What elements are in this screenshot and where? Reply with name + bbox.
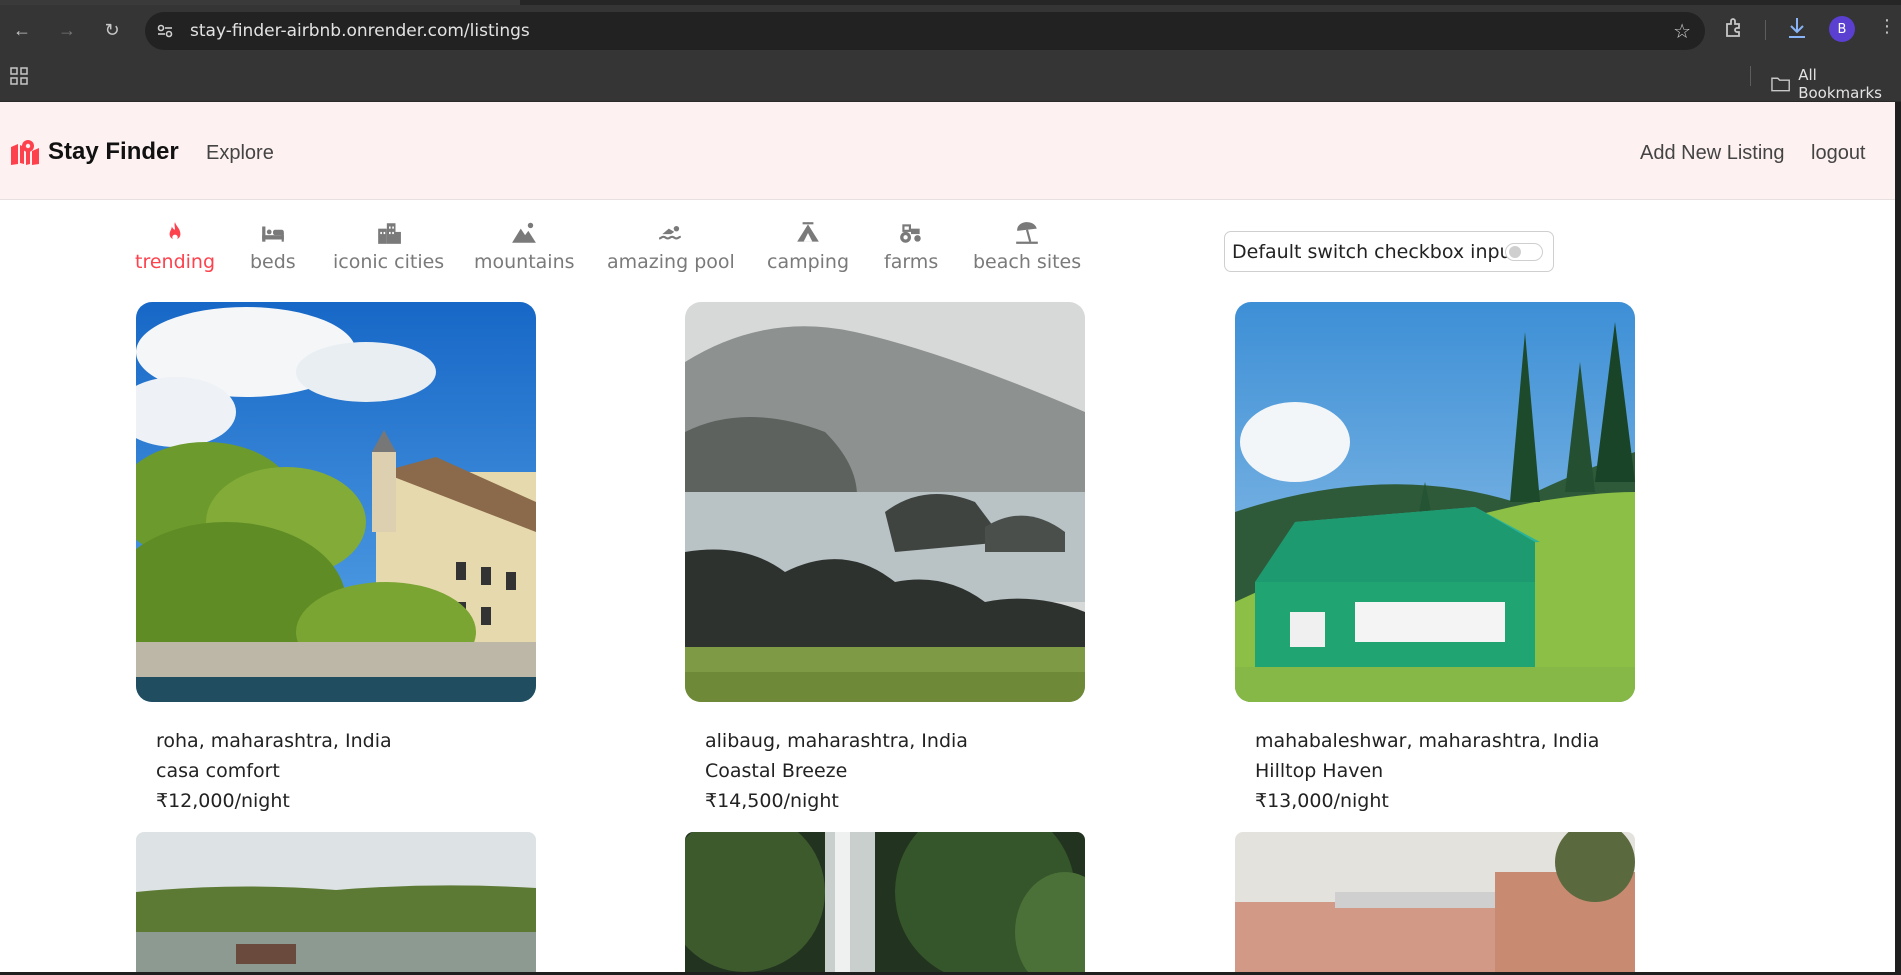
filter-label: camping	[767, 251, 850, 273]
filter-label: farms	[884, 251, 939, 273]
bookmarks-bar	[0, 60, 1901, 102]
bookmark-star-icon[interactable]: ☆	[1673, 19, 1691, 44]
listing-image[interactable]	[136, 302, 536, 702]
listing-card[interactable]	[1235, 832, 1635, 972]
site-settings-icon[interactable]	[155, 21, 175, 41]
forward-arrow-icon[interactable]: →	[53, 16, 81, 44]
filter-beach-sites[interactable]: beach sites	[973, 220, 1081, 273]
menu-kebab-icon[interactable]: ⋮	[1878, 16, 1896, 37]
filter-camping[interactable]: camping	[767, 220, 849, 273]
listing-price: ₹12,000/night	[156, 790, 290, 812]
bed-icon	[262, 226, 284, 242]
listing-card[interactable]: alibaug, maharashtra, India Coastal Bree…	[685, 302, 1085, 816]
brand-link[interactable]: Stay Finder	[10, 138, 179, 166]
filter-mountains[interactable]: mountains	[474, 220, 575, 273]
tax-toggle-box[interactable]: Default switch checkbox input	[1224, 231, 1554, 272]
tax-toggle-label: Default switch checkbox input	[1232, 240, 1520, 263]
campground-icon	[797, 222, 819, 242]
filter-beds[interactable]: beds	[250, 220, 296, 273]
all-bookmarks-button[interactable]: All Bookmarks	[1771, 66, 1901, 102]
listing-title: casa comfort	[156, 760, 280, 782]
nav-explore-link[interactable]: Explore	[206, 142, 274, 165]
category-filters: trending beds iconic cities mountains am…	[0, 220, 1200, 290]
address-bar[interactable]: stay-finder-airbnb.onrender.com/listings…	[145, 12, 1705, 50]
listing-location: alibaug, maharashtra, India	[705, 730, 968, 752]
filter-label: trending	[135, 251, 216, 273]
listing-info: mahabaleshwar, maharashtra, India Hillto…	[1235, 702, 1635, 816]
listing-card[interactable]: roha, maharashtra, India casa comfort ₹1…	[136, 302, 536, 816]
listing-card[interactable]	[685, 832, 1085, 972]
apps-grid-icon[interactable]	[9, 66, 29, 86]
bookmarks-divider	[1750, 66, 1751, 86]
filter-farms[interactable]: farms	[884, 220, 938, 273]
filter-trending[interactable]: trending	[135, 220, 215, 273]
url-text[interactable]: stay-finder-airbnb.onrender.com/listings	[190, 21, 530, 41]
filter-label: amazing pool	[607, 251, 735, 273]
umbrella-beach-icon	[1016, 222, 1038, 244]
download-icon[interactable]	[1786, 16, 1808, 45]
mountain-icon	[512, 222, 537, 243]
filter-label: mountains	[474, 251, 575, 273]
window-edge	[1895, 102, 1901, 975]
folder-icon	[1771, 77, 1790, 92]
filter-label: iconic cities	[333, 251, 445, 273]
map-location-icon	[11, 140, 39, 165]
nav-logout-link[interactable]: logout	[1811, 142, 1866, 165]
toolbar-divider	[1765, 20, 1766, 40]
tractor-icon	[900, 224, 921, 243]
tab-strip-active	[0, 0, 520, 5]
listing-image[interactable]	[685, 832, 1085, 972]
page-content: Stay Finder Explore Add New Listing logo…	[0, 102, 1895, 972]
listing-price: ₹13,000/night	[1255, 790, 1389, 812]
listing-location: roha, maharashtra, India	[156, 730, 392, 752]
site-navbar: Stay Finder Explore Add New Listing logo…	[0, 102, 1895, 200]
nav-add-listing-link[interactable]: Add New Listing	[1640, 142, 1785, 165]
switch-knob	[1509, 246, 1521, 258]
listing-image[interactable]	[1235, 832, 1635, 972]
listing-card[interactable]	[136, 832, 536, 972]
filter-iconic-cities[interactable]: iconic cities	[333, 220, 444, 273]
listing-location: mahabaleshwar, maharashtra, India	[1255, 730, 1600, 752]
back-arrow-icon[interactable]: ←	[8, 16, 36, 44]
listing-info: alibaug, maharashtra, India Coastal Bree…	[685, 702, 1085, 816]
reload-icon[interactable]: ↻	[98, 16, 126, 44]
swimmer-icon	[658, 225, 681, 240]
listing-title: Hilltop Haven	[1255, 760, 1384, 782]
listing-image[interactable]	[136, 832, 536, 972]
fire-icon	[169, 222, 181, 241]
listing-price: ₹14,500/night	[705, 790, 839, 812]
tax-toggle-switch[interactable]	[1505, 243, 1543, 261]
filter-label: beds	[250, 251, 296, 273]
filter-amazing-pool[interactable]: amazing pool	[607, 220, 735, 273]
listing-title: Coastal Breeze	[705, 760, 848, 782]
listing-image[interactable]	[685, 302, 1085, 702]
profile-avatar[interactable]: B	[1829, 16, 1855, 42]
brand-name: Stay Finder	[48, 138, 179, 165]
all-bookmarks-label: All Bookmarks	[1798, 66, 1882, 102]
filter-label: beach sites	[973, 251, 1082, 273]
listing-info: roha, maharashtra, India casa comfort ₹1…	[136, 702, 536, 816]
listing-card[interactable]: mahabaleshwar, maharashtra, India Hillto…	[1235, 302, 1635, 816]
extensions-icon[interactable]	[1723, 16, 1745, 43]
listing-image[interactable]	[1235, 302, 1635, 702]
city-icon	[377, 223, 401, 244]
